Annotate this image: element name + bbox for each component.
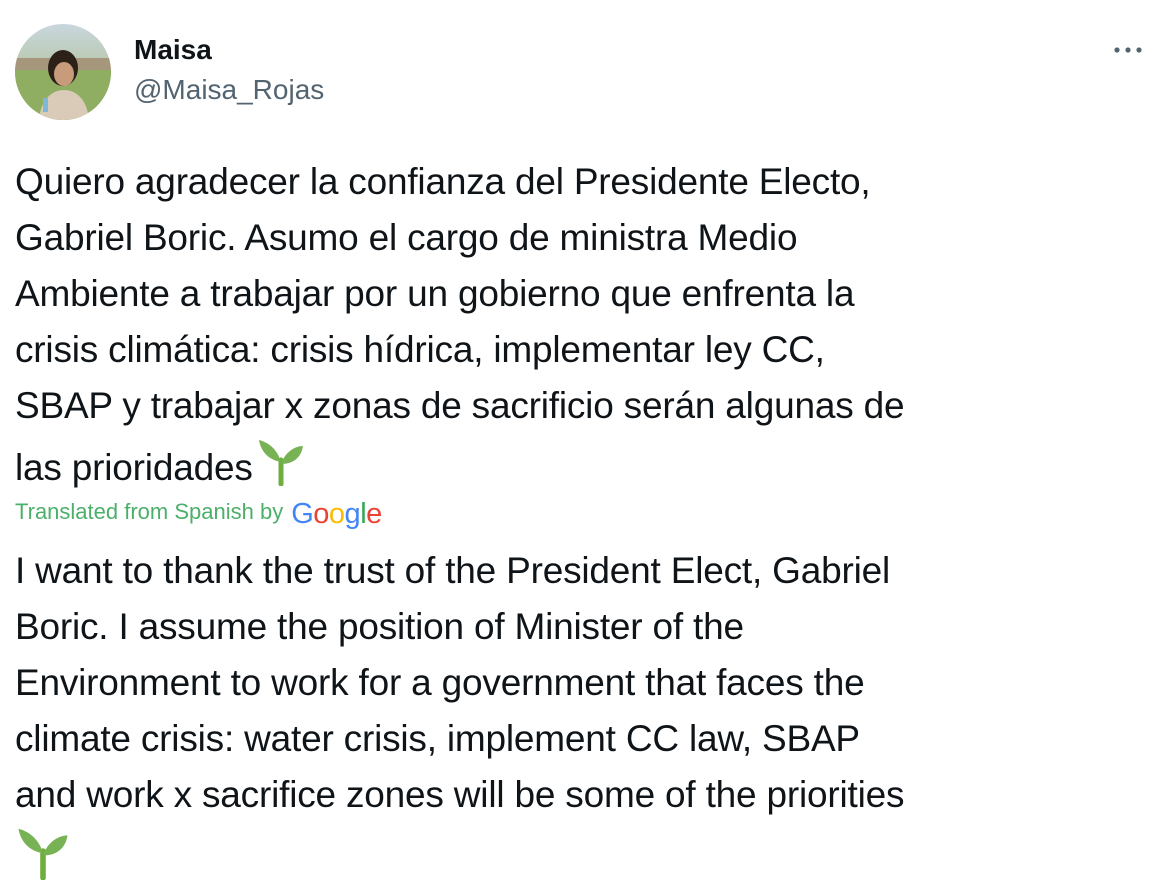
translation-label: Translated from Spanish by [15, 499, 284, 524]
tweet-text-translated: I want to thank the trust of the Preside… [15, 543, 1150, 823]
tweet-text-line: Gabriel Boric. Asumo el cargo de ministr… [15, 217, 798, 258]
tweet-text-line: I want to thank the trust of the Preside… [15, 550, 891, 591]
google-logo: Google [291, 497, 382, 530]
tweet: Maisa @Maisa_Rojas Quiero agradecer la c… [0, 0, 1158, 883]
tweet-text-line: crisis climática: crisis hídrica, implem… [15, 329, 825, 370]
tweet-text-line: Boric. I assume the position of Minister… [15, 606, 744, 647]
author-avatar[interactable] [15, 24, 111, 120]
tweet-text-line: and work x sacrifice zones will be some … [15, 774, 905, 815]
tweet-text-original: Quiero agradecer la confianza del Presid… [15, 154, 1150, 490]
tweet-text-line: SBAP y trabajar x zonas de sacrificio se… [15, 385, 905, 426]
author-name[interactable]: Maisa [134, 34, 212, 66]
translation-attribution[interactable]: Translated from Spanish by Google [15, 494, 382, 530]
more-options-icon [1114, 47, 1142, 53]
tweet-text-line: Quiero agradecer la confianza del Presid… [15, 161, 871, 202]
tweet-text-line: Ambiente a trabajar por un gobierno que … [15, 273, 855, 314]
tweet-text-fragment: las prioridades [15, 447, 253, 488]
tweet-text-line-last: las prioridades [15, 434, 1150, 490]
tweet-text-line: climate crisis: water crisis, implement … [15, 718, 860, 759]
seedling-icon [257, 434, 305, 502]
author-handle[interactable]: @Maisa_Rojas [134, 74, 324, 106]
more-options-button[interactable] [1108, 38, 1148, 62]
seedling-icon [14, 822, 72, 885]
tweet-text-line: Environment to work for a government tha… [15, 662, 865, 703]
